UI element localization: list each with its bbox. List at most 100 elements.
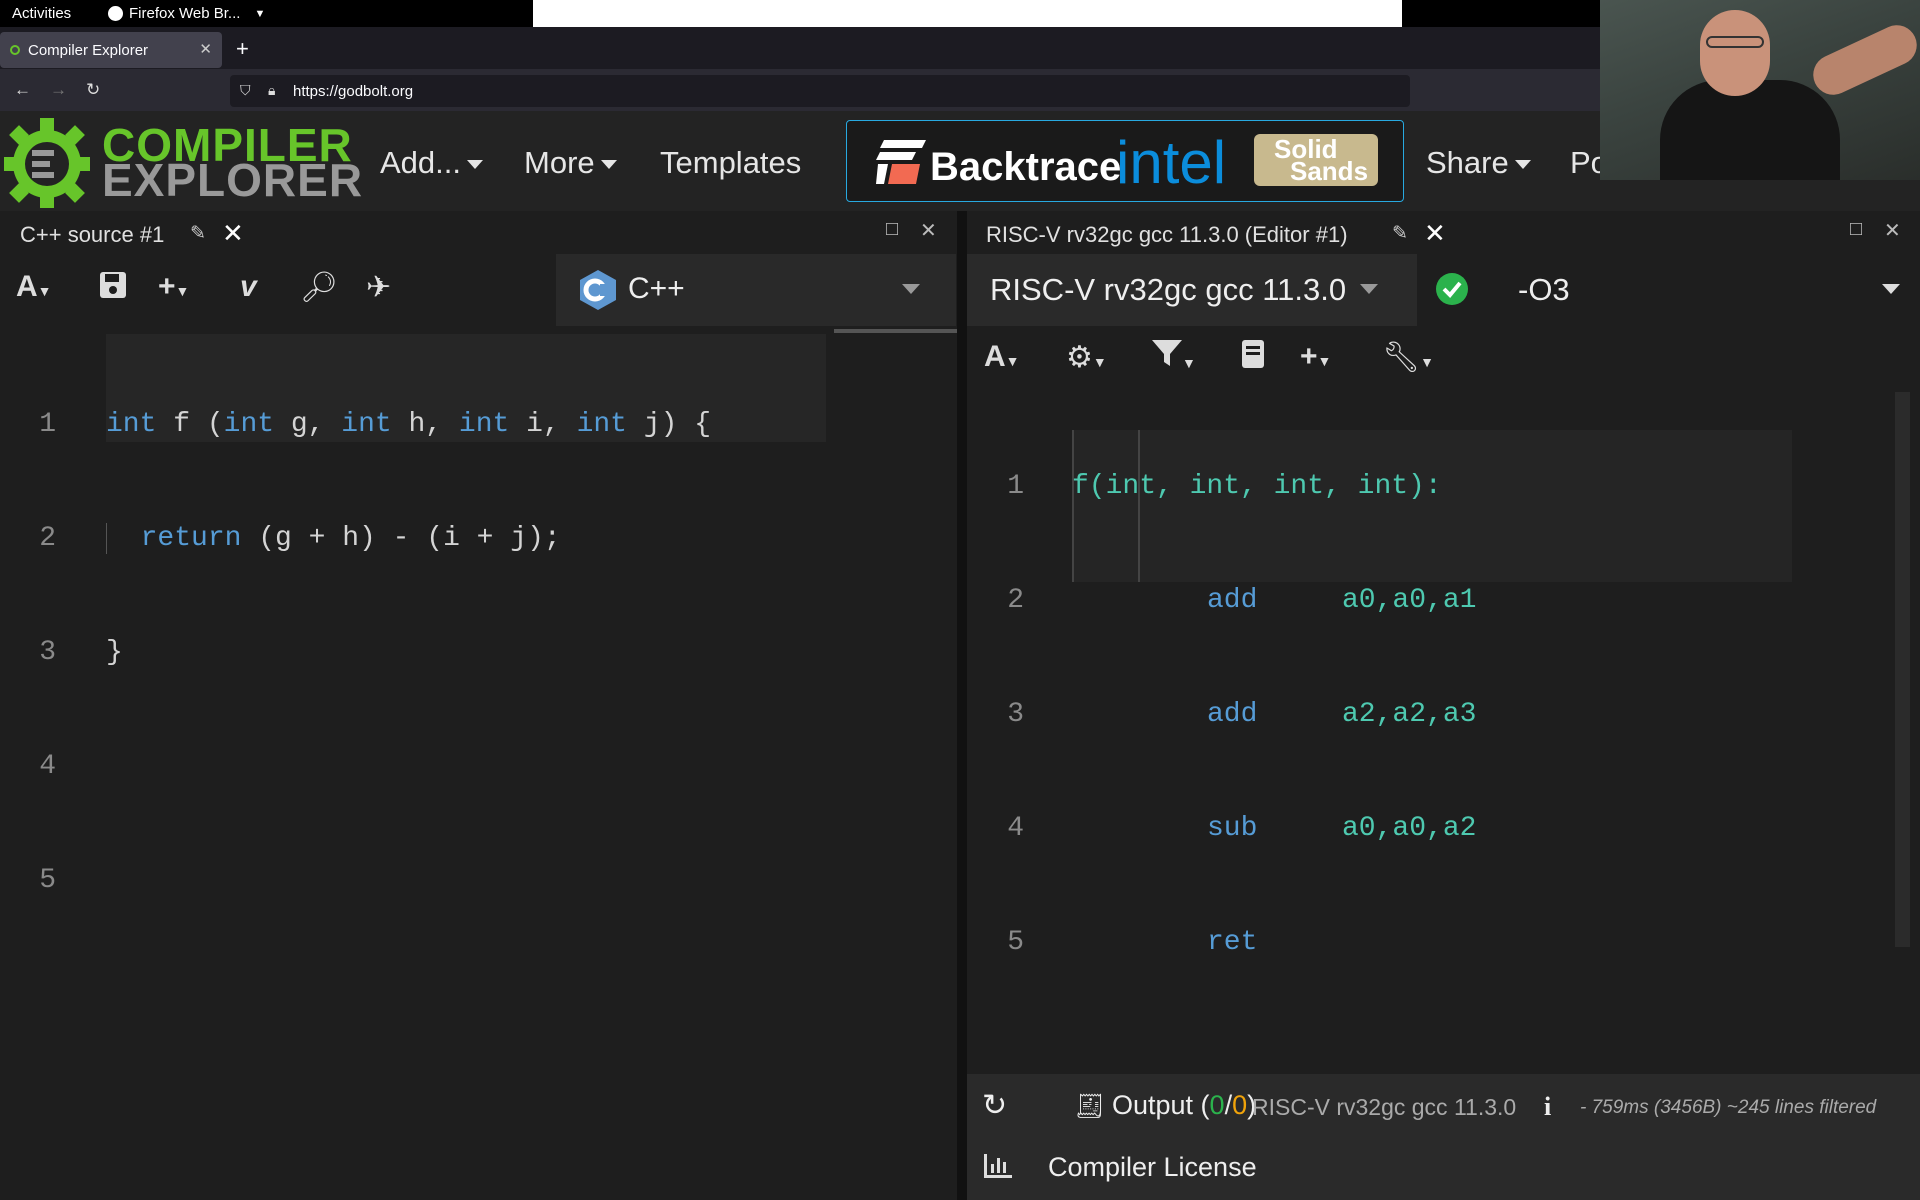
quick-bench-icon[interactable]: ✈︎: [366, 270, 391, 305]
edit-title-icon[interactable]: ✎: [190, 222, 206, 245]
close-compiler-tab-icon[interactable]: ✕: [1424, 218, 1446, 249]
chevron-down-icon: ▼: [254, 7, 266, 20]
backtrace-logo-icon: [876, 140, 926, 184]
output-ok-count: 0: [1209, 1090, 1225, 1120]
line-number: 1: [1007, 471, 1024, 502]
chevron-down-icon: [467, 160, 483, 170]
asm-output[interactable]: f(int, int, int, int): add a0,a0,a1 add a2…: [1072, 392, 1476, 1000]
source-tab-title[interactable]: C++ source #1: [20, 222, 164, 248]
settings-gear-icon[interactable]: ⚙▼: [1066, 340, 1107, 375]
firefox-icon: [108, 6, 123, 21]
output-receipt-icon: 🧾︎: [1074, 1093, 1105, 1120]
asm-label: f(int, int, int, int):: [1072, 471, 1442, 502]
compile-stats: - 759ms (3456B) ~245 lines filtered: [1580, 1097, 1877, 1118]
output-button[interactable]: 🧾︎ Output (0/0): [1074, 1090, 1256, 1121]
compiler-options-value[interactable]: -O3: [1518, 272, 1570, 308]
shield-icon[interactable]: ⛉: [240, 82, 251, 99]
back-icon[interactable]: ←: [14, 80, 31, 100]
line-number: 2: [39, 523, 56, 554]
close-pane-icon[interactable]: ✕: [920, 218, 937, 243]
sponsor-solid-sands: Solid Sands: [1274, 136, 1368, 184]
line-number: 5: [1007, 927, 1024, 958]
filter-icon[interactable]: ▼: [1152, 340, 1196, 376]
chevron-down-icon: [902, 284, 920, 294]
source-line-numbers: 1 2 3 4 5: [0, 330, 56, 938]
chevron-down-icon: [1514, 160, 1531, 170]
bar-chart-icon[interactable]: [984, 1154, 1012, 1183]
output-label: Output (: [1111, 1090, 1210, 1120]
code-line: }: [106, 637, 123, 668]
font-size-button[interactable]: A▼: [16, 270, 52, 304]
asm-scrollbar[interactable]: [1895, 392, 1910, 947]
add-menu[interactable]: Add...: [380, 145, 483, 181]
status-compiler-name: RISC-V rv32gc gcc 11.3.0: [1252, 1094, 1517, 1120]
wrench-tools-icon[interactable]: 🔧︎▼: [1382, 340, 1434, 375]
chevron-down-icon[interactable]: [1882, 284, 1900, 294]
close-pane-icon[interactable]: ✕: [1884, 218, 1901, 243]
sponsor-backtrace: Backtrace: [930, 145, 1122, 189]
reload-icon[interactable]: ↻: [86, 80, 100, 100]
asm-row: sub a0,a0,a2: [1207, 813, 1477, 844]
compiler-name: RISC-V rv32gc gcc 11.3.0: [990, 272, 1347, 307]
screen-share-banner: [533, 0, 1402, 27]
forward-icon[interactable]: →: [50, 80, 67, 100]
compiler-tab-title[interactable]: RISC-V rv32gc gcc 11.3.0 (Editor #1): [986, 222, 1348, 248]
templates-label: Templates: [660, 145, 802, 180]
asm-row: add a0,a0,a1: [1207, 585, 1477, 616]
vim-icon[interactable]: v: [240, 270, 257, 304]
libraries-book-icon[interactable]: [1240, 340, 1266, 378]
recompile-icon[interactable]: ↻: [982, 1088, 1007, 1123]
close-tab-icon[interactable]: ✕: [199, 40, 212, 58]
font-size-button[interactable]: A▼: [984, 340, 1020, 374]
presenter-head: [1700, 10, 1770, 96]
app-menu-label: Firefox Web Br...: [129, 5, 241, 22]
info-icon[interactable]: i: [1544, 1092, 1551, 1122]
preprocess-icon[interactable]: 🔎︎: [300, 270, 338, 305]
url-text[interactable]: https://godbolt.org: [293, 83, 413, 100]
favicon-icon: [10, 45, 20, 55]
code-line: int f (int g, int h, int i, int j) {: [106, 409, 711, 440]
share-menu-label: Share: [1426, 145, 1509, 180]
line-number: 4: [39, 751, 56, 782]
save-icon[interactable]: [98, 270, 128, 308]
compile-success-icon[interactable]: [1436, 273, 1468, 305]
compiler-explorer-logo-icon[interactable]: [4, 116, 90, 208]
line-number: 1: [39, 409, 56, 440]
language-select[interactable]: [556, 254, 956, 326]
asm-row: add a2,a2,a3: [1207, 699, 1477, 730]
more-menu[interactable]: More: [524, 145, 617, 181]
presenter-arm: [1806, 18, 1920, 102]
editor-scroll-indicator: [834, 329, 957, 333]
new-tab-button[interactable]: +: [236, 36, 249, 62]
templates-button[interactable]: Templates: [660, 145, 801, 181]
chevron-down-icon: [600, 160, 617, 170]
line-number: 3: [39, 637, 56, 668]
browser-tab[interactable]: Compiler Explorer ✕: [0, 32, 222, 68]
presenter-glasses: [1706, 36, 1764, 48]
add-tool-button[interactable]: +▼: [1300, 340, 1331, 374]
edit-title-icon[interactable]: ✎: [1392, 222, 1408, 245]
pane-splitter[interactable]: [957, 211, 967, 1200]
close-source-tab-icon[interactable]: ✕: [222, 218, 244, 249]
lock-icon[interactable]: 🔒︎: [268, 82, 275, 99]
source-code[interactable]: int f (int g, int h, int i, int j) { ret…: [106, 330, 711, 710]
line-number: 3: [1007, 699, 1024, 730]
line-number: 2: [1007, 585, 1024, 616]
compiler-license-link[interactable]: Compiler License: [1048, 1152, 1257, 1183]
asm-row: ret: [1207, 927, 1258, 958]
activities-button[interactable]: Activities: [12, 5, 71, 22]
more-menu-label: More: [524, 145, 595, 180]
output-slash: /: [1224, 1090, 1233, 1120]
maximize-icon[interactable]: □: [886, 218, 898, 241]
add-pane-button[interactable]: +▼: [158, 270, 189, 304]
app-menu[interactable]: Firefox Web Br... ▼: [108, 5, 265, 22]
presenter-body: [1660, 80, 1840, 180]
logo-text-explorer: EXPLORER: [102, 154, 364, 206]
share-menu[interactable]: Share: [1426, 145, 1531, 181]
sponsor-intel: intel: [1116, 129, 1227, 196]
asm-line-numbers: 1 2 3 4 5: [968, 392, 1024, 1000]
line-number: 5: [39, 865, 56, 896]
maximize-icon[interactable]: □: [1850, 218, 1862, 241]
language-name: C++: [628, 272, 685, 305]
line-number: 4: [1007, 813, 1024, 844]
